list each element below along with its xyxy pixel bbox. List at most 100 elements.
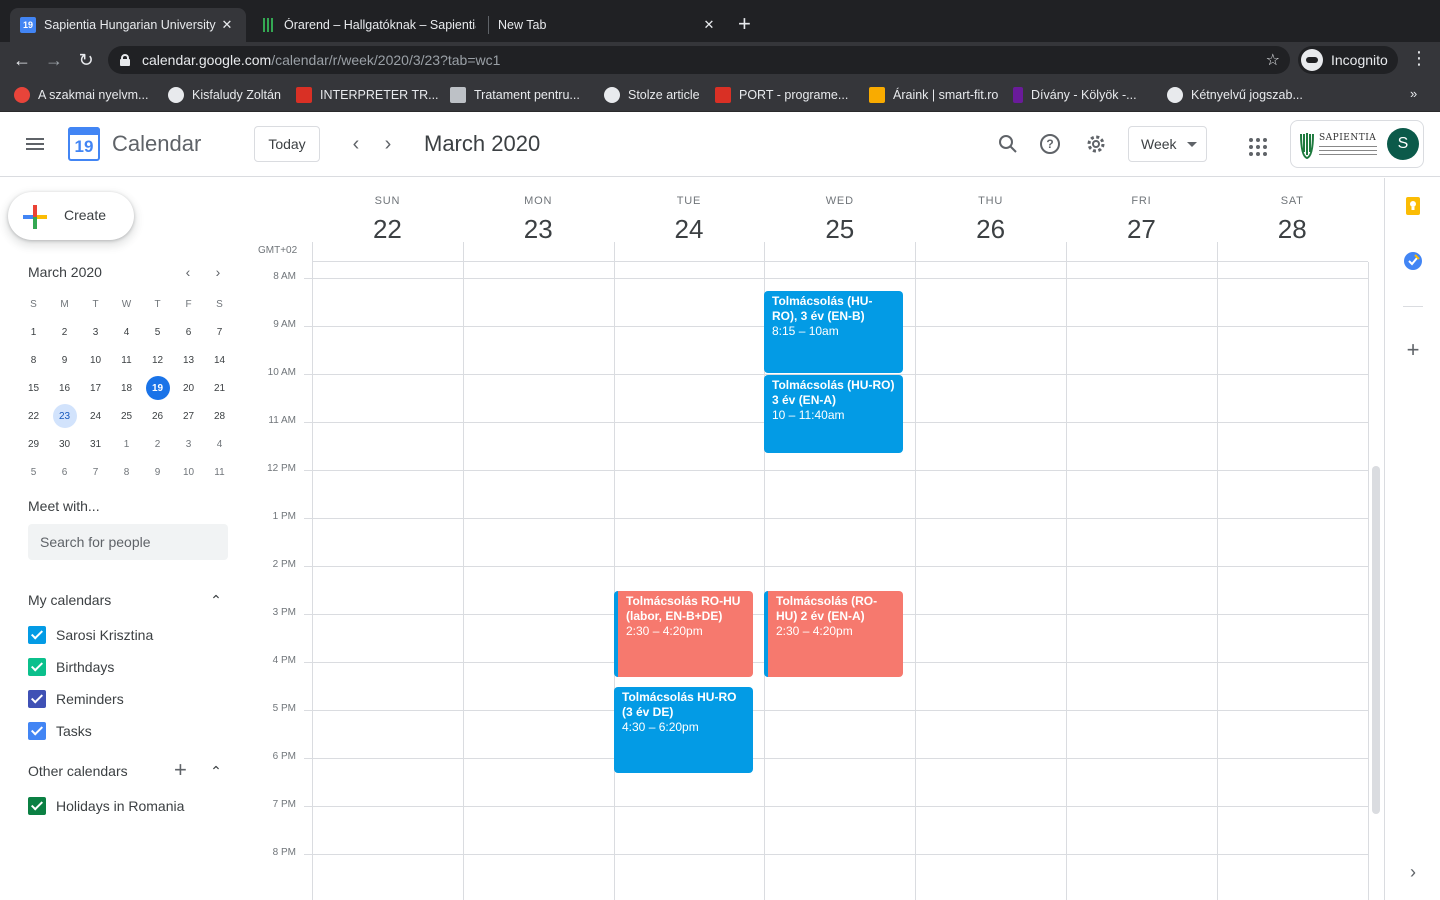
calendar-item-holidays[interactable]: Holidays in Romania — [28, 796, 184, 816]
calendar-item-tasks[interactable]: Tasks — [28, 721, 92, 741]
bookmark-item[interactable]: PORT - programe... — [715, 86, 848, 104]
mini-day-cell[interactable]: 2 — [49, 318, 80, 346]
mini-day-cell[interactable]: 6 — [49, 458, 80, 486]
checkbox-checked-icon[interactable] — [28, 797, 46, 815]
expand-panel-chevron-icon[interactable]: › — [1403, 862, 1423, 882]
account-switcher[interactable]: SAPIENTIA S — [1290, 120, 1424, 168]
new-tab-plus-icon[interactable]: + — [738, 12, 751, 36]
address-bar[interactable]: calendar.google.com/calendar/r/week/2020… — [108, 46, 1290, 74]
day-number[interactable]: 22 — [312, 214, 463, 245]
mini-day-cell[interactable]: 9 — [49, 346, 80, 374]
search-icon[interactable] — [994, 130, 1022, 158]
mini-day-cell[interactable]: 6 — [173, 318, 204, 346]
keep-bulb-icon[interactable] — [1403, 196, 1423, 216]
bookmark-item[interactable]: Stolze article — [604, 86, 700, 104]
mini-day-cell[interactable]: 17 — [80, 374, 111, 402]
google-apps-icon[interactable] — [1249, 138, 1267, 156]
mini-day-cell[interactable]: 24 — [80, 402, 111, 430]
mini-day-cell[interactable]: 20 — [173, 374, 204, 402]
tasks-check-icon[interactable] — [1403, 251, 1423, 271]
other-calendars-title[interactable]: Other calendars — [28, 763, 128, 779]
day-number[interactable]: 25 — [764, 214, 915, 245]
mini-day-cell[interactable]: 18 — [111, 374, 142, 402]
day-header-wed[interactable]: WED 25 — [764, 178, 915, 262]
mini-day-cell[interactable]: 11 — [111, 346, 142, 374]
mini-day-cell[interactable]: 1 — [111, 430, 142, 458]
mini-day-cell[interactable]: 29 — [18, 430, 49, 458]
bookmark-item[interactable]: Kisfaludy Zoltán — [168, 86, 281, 104]
day-header-fri[interactable]: FRI 27 — [1066, 178, 1217, 262]
close-tab-icon[interactable]: ✕ — [218, 17, 236, 33]
mini-day-cell[interactable]: 16 — [49, 374, 80, 402]
bookmark-item[interactable]: Dívány - Kölyök -... — [1013, 86, 1137, 104]
mini-day-cell[interactable]: 31 — [80, 430, 111, 458]
create-button[interactable]: Create — [8, 192, 134, 240]
mini-day-cell[interactable]: 15 — [18, 374, 49, 402]
calendar-item-reminders[interactable]: Reminders — [28, 689, 124, 709]
mini-day-cell[interactable]: 4 — [204, 430, 235, 458]
calendar-item-birthdays[interactable]: Birthdays — [28, 657, 114, 677]
add-other-calendar-plus-icon[interactable]: + — [174, 759, 187, 781]
mini-day-cell[interactable]: 4 — [111, 318, 142, 346]
mini-next-month-icon[interactable]: › — [208, 262, 228, 282]
day-number[interactable]: 24 — [614, 214, 765, 245]
search-people-input[interactable] — [28, 524, 228, 560]
bookmark-star-icon[interactable]: ☆ — [1266, 50, 1280, 70]
avatar[interactable]: S — [1387, 128, 1419, 160]
mini-day-cell[interactable]: 5 — [142, 318, 173, 346]
today-button[interactable]: Today — [254, 126, 320, 162]
mini-day-cell[interactable]: 23 — [49, 402, 80, 430]
bookmark-item[interactable]: Kétnyelvű jogszab... — [1167, 86, 1303, 104]
mini-day-cell[interactable]: 3 — [173, 430, 204, 458]
calendar-item-sarosi[interactable]: Sarosi Krisztina — [28, 625, 153, 645]
day-header-mon[interactable]: MON 23 — [463, 178, 614, 262]
mini-day-cell[interactable]: 19 — [142, 374, 173, 402]
browser-menu-icon[interactable]: ⋮ — [1410, 48, 1428, 69]
mini-day-cell[interactable]: 21 — [204, 374, 235, 402]
add-addon-plus-icon[interactable]: + — [1403, 337, 1423, 362]
checkbox-checked-icon[interactable] — [28, 626, 46, 644]
help-icon[interactable]: ? — [1036, 130, 1064, 158]
mini-day-cell[interactable]: 13 — [173, 346, 204, 374]
checkbox-checked-icon[interactable] — [28, 690, 46, 708]
settings-gear-icon[interactable] — [1082, 130, 1110, 158]
mini-day-cell[interactable]: 3 — [80, 318, 111, 346]
day-header-thu[interactable]: THU 26 — [915, 178, 1066, 262]
mini-day-cell[interactable]: 22 — [18, 402, 49, 430]
bookmark-item[interactable]: Áraink | smart-fit.ro — [869, 86, 998, 104]
mini-day-cell[interactable]: 7 — [204, 318, 235, 346]
vertical-scrollbar[interactable] — [1372, 466, 1380, 814]
checkbox-checked-icon[interactable] — [28, 658, 46, 676]
incognito-badge[interactable]: Incognito — [1298, 46, 1398, 74]
day-number[interactable]: 28 — [1217, 214, 1368, 245]
bookmarks-overflow-icon[interactable]: » — [1410, 86, 1417, 101]
next-period-icon[interactable]: › — [376, 132, 400, 156]
mini-day-cell[interactable]: 30 — [49, 430, 80, 458]
browser-tab-orarend[interactable]: Órarend – Hallgatóknak – Sapientia — [250, 8, 486, 42]
my-calendars-title[interactable]: My calendars — [28, 592, 111, 608]
reload-icon[interactable]: ↻ — [74, 48, 98, 72]
bookmark-item[interactable]: Tratament pentru... — [450, 86, 580, 104]
mini-day-cell[interactable]: 12 — [142, 346, 173, 374]
checkbox-checked-icon[interactable] — [28, 722, 46, 740]
calendar-event[interactable]: Tolmácsolás (HU-RO), 3 év (EN-B) 8:15 – 1… — [764, 291, 903, 373]
main-menu-icon[interactable] — [26, 138, 44, 150]
calendar-event[interactable]: Tolmácsolás RO-HU (labor, EN-B+DE) 2:30 –… — [614, 591, 753, 677]
mini-day-cell[interactable]: 5 — [18, 458, 49, 486]
calendar-event[interactable]: Tolmácsolás HU-RO (3 év DE) 4:30 – 6:20pm — [614, 687, 753, 773]
forward-arrow-icon[interactable]: → — [42, 48, 66, 72]
collapse-chevron-icon[interactable]: ⌃ — [206, 761, 226, 781]
collapse-chevron-icon[interactable]: ⌃ — [206, 590, 226, 610]
mini-day-cell[interactable]: 2 — [142, 430, 173, 458]
back-arrow-icon[interactable]: ← — [10, 48, 34, 72]
mini-day-cell[interactable]: 10 — [80, 346, 111, 374]
bookmark-item[interactable]: INTERPRETER TR... — [296, 86, 439, 104]
bookmark-item[interactable]: A szakmai nyelvm... — [14, 86, 148, 104]
browser-tab-calendar[interactable]: 19 Sapientia Hungarian University of ✕ — [10, 8, 246, 42]
view-switcher-dropdown[interactable]: Week — [1128, 126, 1207, 162]
mini-day-cell[interactable]: 28 — [204, 402, 235, 430]
mini-day-cell[interactable]: 25 — [111, 402, 142, 430]
mini-prev-month-icon[interactable]: ‹ — [178, 262, 198, 282]
mini-day-cell[interactable]: 7 — [80, 458, 111, 486]
day-number[interactable]: 26 — [915, 214, 1066, 245]
